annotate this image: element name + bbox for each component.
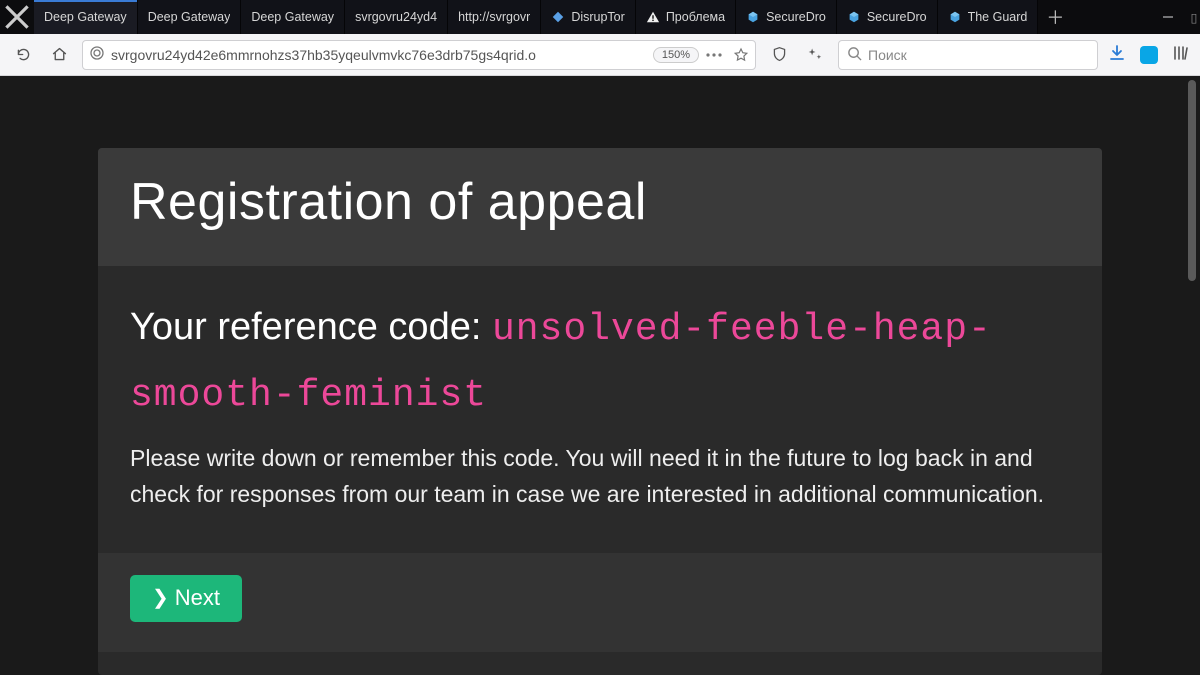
zoom-indicator[interactable]: 150% [653,47,699,63]
tab-label: Deep Gateway [148,10,231,24]
home-button[interactable] [46,42,72,68]
cube-icon [948,10,962,24]
scrollbar-thumb[interactable] [1188,80,1196,281]
card-footer: ❯ Next [98,553,1102,652]
reference-line: Your reference code: unsolved-feeble-hea… [130,296,1070,427]
tab-svrgovru[interactable]: svrgovru24yd4 [345,0,448,34]
onion-site-icon [89,45,105,64]
tab-securedrop-1[interactable]: SecureDro [736,0,837,34]
chevron-right-icon: ❯ [152,588,169,608]
library-icon[interactable] [1172,44,1190,65]
tab-label: The Guard [968,10,1028,24]
diamond-icon [551,10,565,24]
bookmark-star-icon[interactable] [733,47,749,63]
tab-deep-gateway-3[interactable]: Deep Gateway [241,0,345,34]
tab-label: http://svrgovr [458,10,530,24]
search-input[interactable] [868,47,1089,63]
reload-button[interactable] [10,42,36,68]
minimize-button[interactable] [1148,0,1188,34]
next-button[interactable]: ❯ Next [130,575,242,622]
tab-label: SecureDro [766,10,826,24]
appeal-card: Registration of appeal Your reference co… [98,148,1102,675]
search-icon [847,46,862,64]
search-box[interactable] [838,40,1098,70]
window-controls: ▯ [1148,0,1200,34]
tab-http-svrgovr[interactable]: http://svrgovr [448,0,541,34]
scrollbar[interactable] [1186,80,1198,671]
tab-deep-gateway-2[interactable]: Deep Gateway [138,0,242,34]
card-header: Registration of appeal [98,148,1102,266]
tab-strip: Deep Gateway Deep Gateway Deep Gateway s… [0,0,1200,34]
shield-icon[interactable] [766,42,792,68]
new-tab-button[interactable]: ＋ [1038,0,1072,34]
cube-icon [847,10,861,24]
page-title: Registration of appeal [130,172,1070,232]
url-bar[interactable]: svrgovru24yd42e6mmrnohzs37hb35yqeulvmvkc… [82,40,756,70]
nav-bar: svrgovru24yd42e6mmrnohzs37hb35yqeulvmvkc… [0,34,1200,76]
window-edge: ▯ [1188,0,1200,34]
cube-icon [746,10,760,24]
more-icon[interactable] [705,47,723,63]
warning-icon [646,10,660,24]
toolbar-right [1108,44,1190,65]
tab-the-guard[interactable]: The Guard [938,0,1039,34]
tab-problema[interactable]: Проблема [636,0,736,34]
tab-disruptor[interactable]: DisrupTor [541,0,636,34]
tab-label: Проблема [666,10,725,24]
tab-label: Deep Gateway [44,10,127,24]
tab-label: SecureDro [867,10,927,24]
tab-securedrop-2[interactable]: SecureDro [837,0,938,34]
url-text: svrgovru24yd42e6mmrnohzs37hb35yqeulvmvkc… [111,47,647,63]
sparkle-icon[interactable] [802,42,828,68]
page-viewport: Registration of appeal Your reference co… [0,76,1200,675]
skype-icon[interactable] [1140,46,1158,64]
close-tab-button[interactable] [0,0,34,34]
instructions-text: Please write down or remember this code.… [130,441,1070,512]
card-body: Your reference code: unsolved-feeble-hea… [98,266,1102,553]
next-button-label: Next [175,585,220,611]
tab-label: svrgovru24yd4 [355,10,437,24]
tab-label: DisrupTor [571,10,625,24]
tab-label: Deep Gateway [251,10,334,24]
tab-deep-gateway-1[interactable]: Deep Gateway [34,0,138,34]
downloads-icon[interactable] [1108,44,1126,65]
reference-label: Your reference code: [130,306,481,348]
